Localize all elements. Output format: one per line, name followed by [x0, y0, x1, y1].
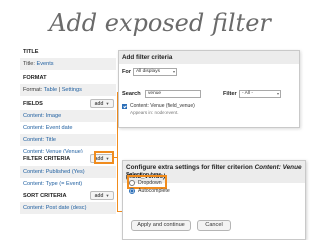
checkbox-checked-icon[interactable] — [122, 104, 127, 109]
sort-criteria-heading-text: SORT CRITERIA — [23, 193, 67, 199]
filter-item[interactable]: Content: Published (Yes) — [20, 166, 116, 178]
search-label: Search — [122, 91, 141, 97]
autocomplete-option-label[interactable]: Autocomplete — [138, 188, 170, 194]
add-filter-criteria-dialog: Add filter criteria For All displays ▾ S… — [118, 50, 300, 128]
views-config-panel: TITLE Title: Events FORMAT Format: Table… — [20, 46, 116, 240]
radio-autocomplete[interactable] — [129, 188, 135, 194]
fields-section-heading: FIELDS add ▼ — [20, 98, 116, 110]
search-input[interactable]: venue — [145, 90, 201, 98]
chevron-down-icon: ▾ — [172, 69, 175, 74]
field-item[interactable]: Content: Title — [20, 134, 116, 146]
result-description: Appears in: node:event. — [130, 110, 179, 115]
fields-add-label: add — [94, 101, 104, 107]
title-prefix: Configure extra settings for filter crit… — [126, 164, 253, 171]
format-table-link[interactable]: Table — [44, 87, 57, 93]
format-label: Format: — [23, 87, 43, 93]
sort-add-button[interactable]: add ▼ — [90, 191, 114, 200]
for-select[interactable]: All displays ▾ — [133, 68, 177, 76]
title-setting-row[interactable]: Title: Events — [20, 58, 116, 70]
sort-item[interactable]: Content: Post date (desc) — [20, 202, 116, 214]
dialog-title: Add filter criteria — [119, 51, 299, 64]
format-settings-link[interactable]: Settings — [62, 87, 82, 93]
slide-title: Add exposed filter — [49, 9, 271, 37]
format-section-heading: FORMAT — [20, 72, 116, 84]
filter-type-select[interactable]: - All - ▾ — [239, 90, 281, 98]
format-separator: | — [58, 87, 61, 93]
dropdown-highlight — [127, 175, 167, 189]
result-label: Content: Venue (field_venue) — [130, 103, 195, 109]
sort-add-label: add — [94, 193, 104, 199]
filter-criteria-heading-text: FILTER CRITERIA — [23, 156, 71, 162]
field-item[interactable]: Content: Event date — [20, 122, 116, 134]
filter-item[interactable]: Content: Type (= Event) — [20, 178, 116, 190]
configure-extra-settings-dialog: Configure extra settings for filter crit… — [122, 160, 306, 240]
title-italic: Content: Venue — [254, 164, 302, 171]
for-select-value: All displays — [136, 69, 160, 74]
fields-heading-text: FIELDS — [23, 101, 43, 107]
fields-add-button[interactable]: add ▼ — [90, 99, 114, 108]
chevron-down-icon: ▼ — [105, 101, 110, 106]
title-label: Title: — [23, 61, 35, 67]
cancel-button[interactable]: Cancel — [197, 220, 231, 231]
filter-result-option[interactable]: Content: Venue (field_venue) Appears in:… — [122, 103, 292, 121]
sort-criteria-section-heading: SORT CRITERIA add ▼ — [20, 190, 116, 202]
apply-and-continue-button[interactable]: Apply and continue — [131, 220, 191, 231]
format-setting-row: Format: Table | Settings — [20, 84, 116, 96]
chevron-down-icon: ▾ — [276, 91, 279, 96]
chevron-down-icon: ▼ — [105, 193, 110, 198]
field-item[interactable]: Content: Image — [20, 110, 116, 122]
for-label: For — [122, 69, 132, 75]
filter-type-label: Filter — [223, 91, 237, 97]
title-value-link[interactable]: Events — [36, 61, 53, 67]
filter-add-highlight — [94, 151, 114, 164]
filter-type-value: - All - — [242, 91, 253, 96]
title-section-heading: TITLE — [20, 46, 116, 58]
